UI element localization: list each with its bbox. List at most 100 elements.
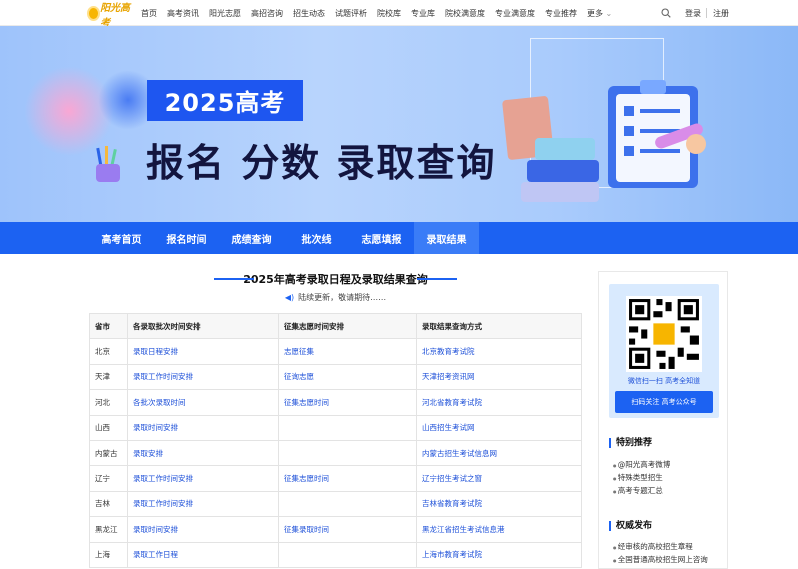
speaker-icon: ◀): [284, 293, 295, 302]
result-query-link[interactable]: 黑龙江省招生考试信息港: [422, 525, 505, 534]
books-icon: [502, 96, 599, 202]
batch-schedule-link[interactable]: 录取时间安排: [133, 423, 178, 432]
province-cell: 北京: [89, 338, 128, 365]
nav-link-home[interactable]: 首页: [141, 8, 157, 19]
list-item[interactable]: 高考专题汇总: [613, 484, 670, 497]
batch-schedule-link[interactable]: 录取安排: [133, 449, 163, 458]
divider: [706, 8, 707, 18]
batch-schedule-link[interactable]: 录取工作日程: [133, 550, 178, 559]
table-row: 北京 录取日程安排 志愿征集 北京教育考试院: [89, 338, 582, 365]
nav-link-news[interactable]: 高考资讯: [167, 8, 199, 19]
tab-batch-line[interactable]: 批次线: [284, 222, 349, 254]
pencil-cup-icon: [96, 146, 120, 182]
banner-title: 报名 分数 录取查询: [146, 141, 497, 185]
batch-schedule-link[interactable]: 录取工作时间安排: [133, 499, 193, 508]
table-header-row: 省市 各录取批次时间安排 征集志愿时间安排 录取结果查询方式: [89, 312, 582, 340]
follow-account-button[interactable]: 扫码关注 高考公众号: [615, 391, 713, 413]
table-row: 吉林 录取工作时间安排 吉林省教育考试院: [89, 490, 582, 518]
result-query-link[interactable]: 天津招考资讯网: [422, 372, 475, 381]
section-navigation: 高考首页 报名时间 成绩查询 批次线 志愿填报 录取结果: [0, 222, 798, 254]
province-cell: 黑龙江: [89, 516, 128, 543]
nav-link-more[interactable]: 更多: [587, 8, 612, 19]
table-row: 黑龙江 录取时间安排 征集录取时间 黑龙江省招生考试信息港: [89, 516, 582, 543]
special-recommend-heading: 特别推荐: [609, 438, 652, 448]
result-query-link[interactable]: 上海市教育考试院: [422, 550, 482, 559]
solicitation-link[interactable]: 志愿征集: [284, 347, 314, 356]
header-result-query: 录取结果查询方式: [416, 312, 582, 340]
province-cell: 内蒙古: [89, 439, 128, 467]
notice-text: 陆续更新，敬请期待……: [298, 293, 387, 302]
follow-button-label: 扫码关注 高考公众号: [631, 398, 697, 406]
tab-gaokao-home[interactable]: 高考首页: [89, 222, 154, 254]
solicitation-link[interactable]: 征询志愿: [284, 372, 314, 381]
result-query-link[interactable]: 辽宁招生考试之窗: [422, 474, 482, 483]
admission-schedule-table: 省市 各录取批次时间安排 征集志愿时间安排 录取结果查询方式 北京 录取日程安排…: [89, 312, 582, 568]
province-cell: 上海: [89, 541, 128, 568]
batch-schedule-link[interactable]: 录取时间安排: [133, 525, 178, 534]
nav-link-volunteer[interactable]: 阳光志愿: [209, 8, 241, 19]
solicitation-link[interactable]: 征集志愿时间: [284, 474, 329, 483]
province-cell: 辽宁: [89, 465, 128, 492]
empty-cell: [278, 490, 417, 518]
result-query-link[interactable]: 内蒙古招生考试信息网: [422, 449, 497, 458]
tab-score-query[interactable]: 成绩查询: [219, 222, 284, 254]
list-item[interactable]: @阳光高考微博: [613, 458, 671, 471]
nav-link-college-db[interactable]: 院校库: [377, 8, 401, 19]
special-recommend-list: @阳光高考微博 特殊类型招生 高考专题汇总: [613, 458, 671, 497]
nav-link-major-satisfaction[interactable]: 专业满意度: [495, 8, 535, 19]
main-nav: 首页 高考资讯 阳光志愿 高招咨询 招生动态 试题评析 院校库 专业库 院校满意…: [141, 8, 612, 19]
tab-registration-time[interactable]: 报名时间: [154, 222, 219, 254]
section-title: 2025年高考录取日程及录取结果查询: [89, 271, 582, 287]
result-query-link[interactable]: 北京教育考试院: [422, 347, 475, 356]
header-province: 省市: [89, 312, 128, 340]
nav-link-consult[interactable]: 高招咨询: [251, 8, 283, 19]
nav-link-admission-news[interactable]: 招生动态: [293, 8, 325, 19]
nav-link-college-satisfaction[interactable]: 院校满意度: [445, 8, 485, 19]
logo-text: 阳光高考: [100, 2, 131, 29]
nav-link-major-recommend[interactable]: 专业推荐: [545, 8, 577, 19]
update-notice: ◀) 陆续更新，敬请期待……: [89, 292, 582, 303]
sun-logo-icon: [89, 8, 99, 19]
batch-schedule-link[interactable]: 录取工作时间安排: [133, 372, 193, 381]
table-row: 上海 录取工作日程 上海市教育考试院: [89, 541, 582, 568]
authority-release-list: 经审核的高校招生章程 全国普通高校招生网上咨询: [613, 540, 708, 566]
nav-link-major-db[interactable]: 专业库: [411, 8, 435, 19]
list-item[interactable]: 特殊类型招生: [613, 471, 670, 484]
hero-banner: 2025高考 报名 分数 录取查询: [0, 26, 798, 222]
batch-schedule-link[interactable]: 录取日程安排: [133, 347, 178, 356]
province-cell: 吉林: [89, 490, 128, 518]
top-navigation: 阳光高考 首页 高考资讯 阳光志愿 高招咨询 招生动态 试题评析 院校库 专业库…: [0, 0, 798, 29]
tab-admission-results[interactable]: 录取结果: [414, 222, 479, 254]
list-item[interactable]: 全国普通高校招生网上咨询: [613, 553, 708, 566]
result-query-link[interactable]: 河北省教育考试院: [422, 398, 482, 407]
authority-release-heading: 权威发布: [609, 521, 652, 531]
tab-volunteer-filling[interactable]: 志愿填报: [349, 222, 414, 254]
batch-schedule-link[interactable]: 录取工作时间安排: [133, 474, 193, 483]
result-query-link[interactable]: 山西招生考试网: [422, 423, 475, 432]
header-solicitation-schedule: 征集志愿时间安排: [278, 312, 417, 340]
nav-link-exam-analysis[interactable]: 试题评析: [335, 8, 367, 19]
qr-card: 微信扫一扫 高考全知道 扫码关注 高考公众号: [609, 284, 719, 418]
solicitation-link[interactable]: 征集录取时间: [284, 525, 329, 534]
province-cell: 河北: [89, 389, 128, 416]
banner-year-tag: 2025高考: [147, 80, 303, 121]
empty-cell: [278, 541, 417, 568]
clipboard-icon: [608, 80, 706, 188]
login-link[interactable]: 登录: [685, 8, 701, 19]
qr-caption: 微信扫一扫 高考全知道: [627, 377, 701, 385]
solicitation-link[interactable]: 征集志愿时间: [284, 398, 329, 407]
table-row: 天津 录取工作时间安排 征询志愿 天津招考资讯网: [89, 363, 582, 391]
right-sidebar: 微信扫一扫 高考全知道 扫码关注 高考公众号 特别推荐 @阳光高考微博 特殊类型…: [598, 271, 728, 569]
list-item[interactable]: 经审核的高校招生章程: [613, 540, 708, 553]
province-cell: 天津: [89, 363, 128, 391]
result-query-link[interactable]: 吉林省教育考试院: [422, 499, 482, 508]
qr-code-icon: [626, 296, 702, 372]
table-row: 内蒙古 录取安排 内蒙古招生考试信息网: [89, 439, 582, 467]
table-row: 河北 各批次录取时间 征集志愿时间 河北省教育考试院: [89, 389, 582, 416]
table-row: 辽宁 录取工作时间安排 征集志愿时间 辽宁招生考试之窗: [89, 465, 582, 492]
site-logo[interactable]: 阳光高考: [89, 3, 133, 29]
search-icon[interactable]: [661, 8, 671, 18]
register-link[interactable]: 注册: [713, 8, 729, 19]
batch-schedule-link[interactable]: 各批次录取时间: [133, 398, 186, 407]
header-batch-schedule: 各录取批次时间安排: [127, 312, 279, 340]
